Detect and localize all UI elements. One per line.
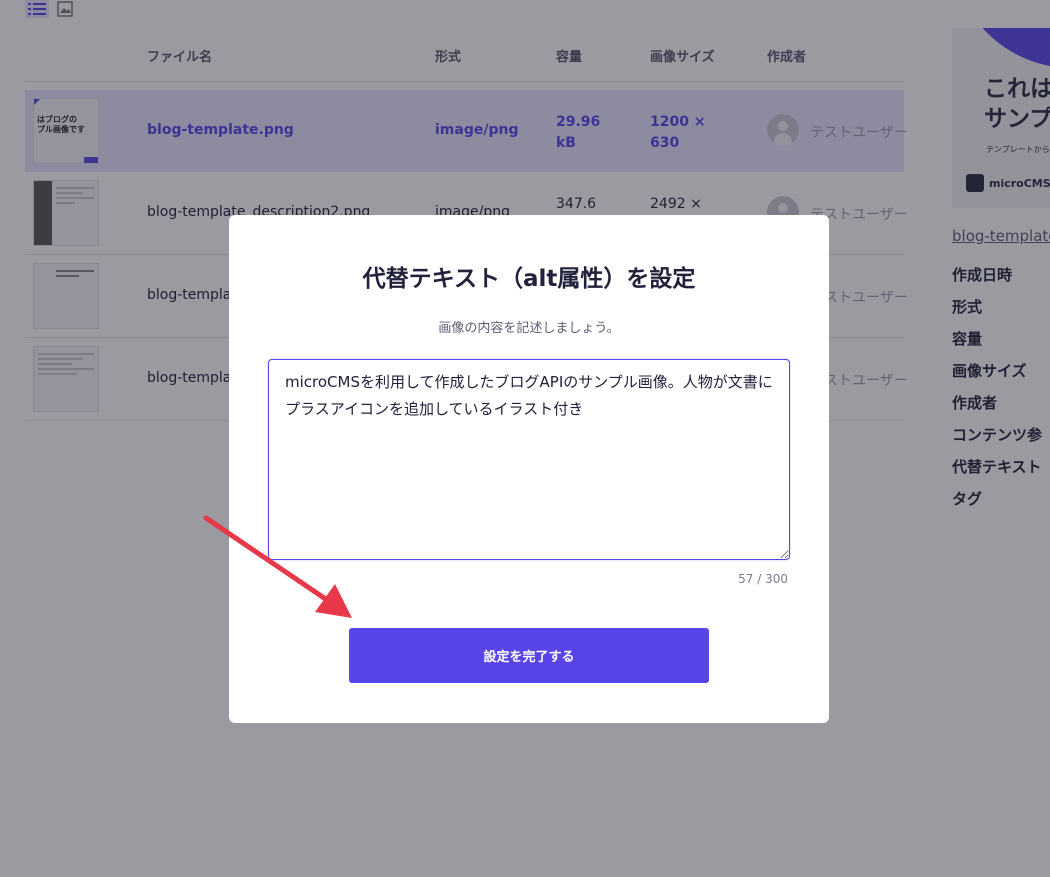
alt-text-modal: 代替テキスト（alt属性）を設定 画像の内容を記述しましょう。 microCMS… [229, 215, 829, 723]
alt-text-input[interactable]: microCMSを利用して作成したブログAPIのサンプル画像。人物が文書にプラス… [268, 359, 790, 560]
character-counter: 57 / 300 [738, 572, 788, 586]
modal-description: 画像の内容を記述しましょう。 [438, 321, 620, 336]
modal-title: 代替テキスト（alt属性）を設定 [362, 266, 696, 292]
complete-settings-button[interactable]: 設定を完了する [349, 628, 709, 683]
